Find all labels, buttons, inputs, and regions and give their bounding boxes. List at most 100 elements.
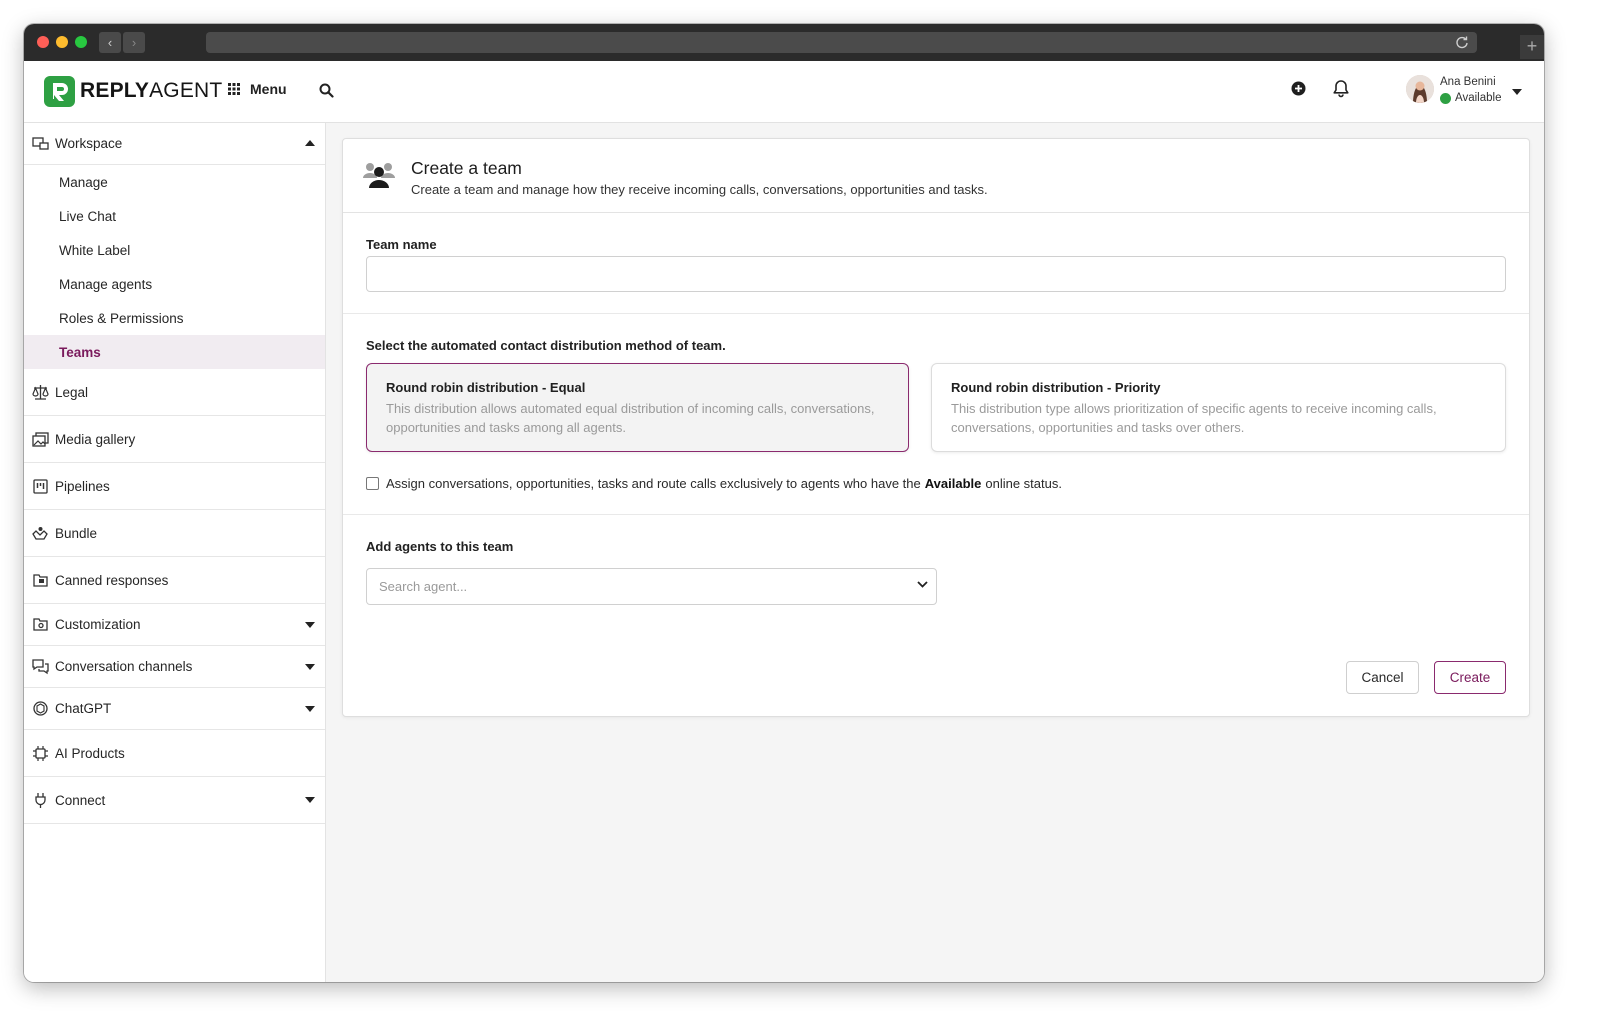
plug-icon <box>35 792 46 808</box>
sidebar-item-legal[interactable]: Legal <box>24 369 325 416</box>
option-description: This distribution allows automated equal… <box>386 401 875 435</box>
back-button[interactable]: ‹ <box>99 32 121 53</box>
logo-mark-icon <box>44 75 75 107</box>
browser-toolbar: ‹ › + <box>24 24 1544 61</box>
sidebar-section-workspace[interactable]: Workspace <box>24 123 325 165</box>
menu-label: Menu <box>250 81 287 97</box>
pipeline-icon <box>33 478 48 494</box>
canned-responses-icon <box>33 573 48 587</box>
distribution-option-priority[interactable]: Round robin distribution - Priority This… <box>931 363 1506 452</box>
browser-window: ‹ › + REPLYAGENT Menu Ana Benini Availab… <box>24 24 1544 982</box>
sidebar-item-label: Media gallery <box>55 431 136 447</box>
sidebar: Workspace Manage Live Chat White Label M… <box>24 123 326 982</box>
sidebar-item-canned-responses[interactable]: Canned responses <box>24 557 325 604</box>
search-agent-placeholder: Search agent... <box>379 579 468 594</box>
search-icon[interactable] <box>319 83 334 98</box>
distribution-label: Select the automated contact distributio… <box>366 338 726 353</box>
sidebar-item-label: Customization <box>55 617 141 632</box>
reload-icon[interactable] <box>1455 35 1469 49</box>
caret-down-icon <box>305 621 315 628</box>
team-icon <box>363 163 395 188</box>
cancel-button[interactable]: Cancel <box>1346 661 1419 694</box>
option-title: Round robin distribution - Priority <box>951 380 1161 395</box>
app-header: REPLYAGENT Menu Ana Benini Available <box>24 61 1544 123</box>
checkbox-text-before: Assign conversations, opportunities, tas… <box>386 476 921 491</box>
checkbox-text-bold: Available <box>924 476 982 491</box>
sidebar-section-label: Workspace <box>55 136 123 151</box>
logo-text: REPLYAGENT <box>80 79 223 102</box>
page-title: Create a team <box>411 158 522 178</box>
images-icon <box>32 431 49 447</box>
sidebar-item-label: AI Products <box>55 745 125 761</box>
sidebar-item-label: Conversation channels <box>55 659 193 674</box>
distribution-option-equal[interactable]: Round robin distribution - Equal This di… <box>366 363 909 452</box>
sidebar-item-label: Legal <box>55 384 89 400</box>
sidebar-item-label: Connect <box>55 792 106 808</box>
minimize-window-button[interactable] <box>56 36 68 48</box>
sidebar-item-customization[interactable]: Customization <box>24 604 325 646</box>
option-title: Round robin distribution - Equal <box>386 380 586 395</box>
chat-bubbles-icon <box>32 659 49 675</box>
caret-down-icon <box>305 705 315 712</box>
team-name-input[interactable] <box>366 256 1506 292</box>
main-content: Create a team Create a team and manage h… <box>326 123 1544 982</box>
chevron-down-icon <box>917 581 928 588</box>
checkbox-text-after: online status. <box>985 476 1062 491</box>
user-name: Ana Benini <box>1440 76 1496 88</box>
address-bar[interactable] <box>206 32 1477 53</box>
distribution-section: Select the automated contact distributio… <box>343 314 1529 515</box>
agents-label: Add agents to this team <box>366 539 514 554</box>
user-menu[interactable]: Ana Benini Available <box>1406 75 1526 109</box>
team-name-label: Team name <box>366 237 437 252</box>
menu-button[interactable]: Menu <box>228 81 287 97</box>
team-name-section: Team name <box>343 213 1529 314</box>
sidebar-item-ai-products[interactable]: AI Products <box>24 730 325 777</box>
sidebar-item-manage-agents[interactable]: Manage agents <box>24 267 325 301</box>
new-tab-button[interactable]: + <box>1520 35 1544 59</box>
sidebar-item-media-gallery[interactable]: Media gallery <box>24 416 325 463</box>
search-agent-select[interactable]: Search agent... <box>366 568 937 605</box>
sidebar-item-live-chat[interactable]: Live Chat <box>24 199 325 233</box>
chip-icon <box>33 745 48 761</box>
status-available-icon <box>1440 92 1451 104</box>
sidebar-item-label: Pipelines <box>55 478 110 494</box>
sidebar-item-roles-permissions[interactable]: Roles & Permissions <box>24 301 325 335</box>
agents-section: Add agents to this team Search agent... … <box>343 515 1529 716</box>
workspace-icon <box>32 137 49 150</box>
grid-icon <box>228 83 240 95</box>
assign-available-row: Assign conversations, opportunities, tas… <box>366 476 1062 491</box>
caret-down-icon[interactable] <box>1512 89 1522 95</box>
bell-icon[interactable] <box>1332 79 1350 98</box>
customization-icon <box>33 618 48 631</box>
create-button[interactable]: Create <box>1434 661 1506 694</box>
card-header: Create a team Create a team and manage h… <box>343 139 1529 213</box>
openai-icon <box>33 701 48 716</box>
option-description: This distribution type allows prioritiza… <box>951 401 1437 435</box>
scale-icon <box>32 384 49 400</box>
replyagent-logo[interactable]: REPLYAGENT <box>44 75 222 107</box>
assign-available-checkbox[interactable] <box>366 477 379 490</box>
forward-button[interactable]: › <box>123 32 145 53</box>
caret-up-icon <box>305 140 315 146</box>
user-status: Available <box>1440 92 1501 104</box>
avatar <box>1406 75 1434 103</box>
sidebar-item-chatgpt[interactable]: ChatGPT <box>24 688 325 730</box>
user-status-label: Available <box>1455 92 1502 104</box>
create-team-card: Create a team Create a team and manage h… <box>342 138 1530 717</box>
caret-down-icon <box>305 663 315 670</box>
sidebar-item-bundle[interactable]: Bundle <box>24 510 325 557</box>
sidebar-item-white-label[interactable]: White Label <box>24 233 325 267</box>
sidebar-item-manage[interactable]: Manage <box>24 165 325 199</box>
caret-down-icon <box>305 797 315 803</box>
sidebar-item-teams[interactable]: Teams <box>24 335 325 369</box>
sidebar-item-pipelines[interactable]: Pipelines <box>24 463 325 510</box>
bundle-icon <box>32 526 48 540</box>
close-window-button[interactable] <box>37 36 49 48</box>
add-circle-icon[interactable] <box>1291 81 1306 96</box>
sidebar-item-label: ChatGPT <box>55 701 112 716</box>
sidebar-item-connect[interactable]: Connect <box>24 777 325 824</box>
sidebar-item-label: Canned responses <box>55 572 169 588</box>
sidebar-item-conversation-channels[interactable]: Conversation channels <box>24 646 325 688</box>
page-subtitle: Create a team and manage how they receiv… <box>411 182 988 197</box>
maximize-window-button[interactable] <box>75 36 87 48</box>
